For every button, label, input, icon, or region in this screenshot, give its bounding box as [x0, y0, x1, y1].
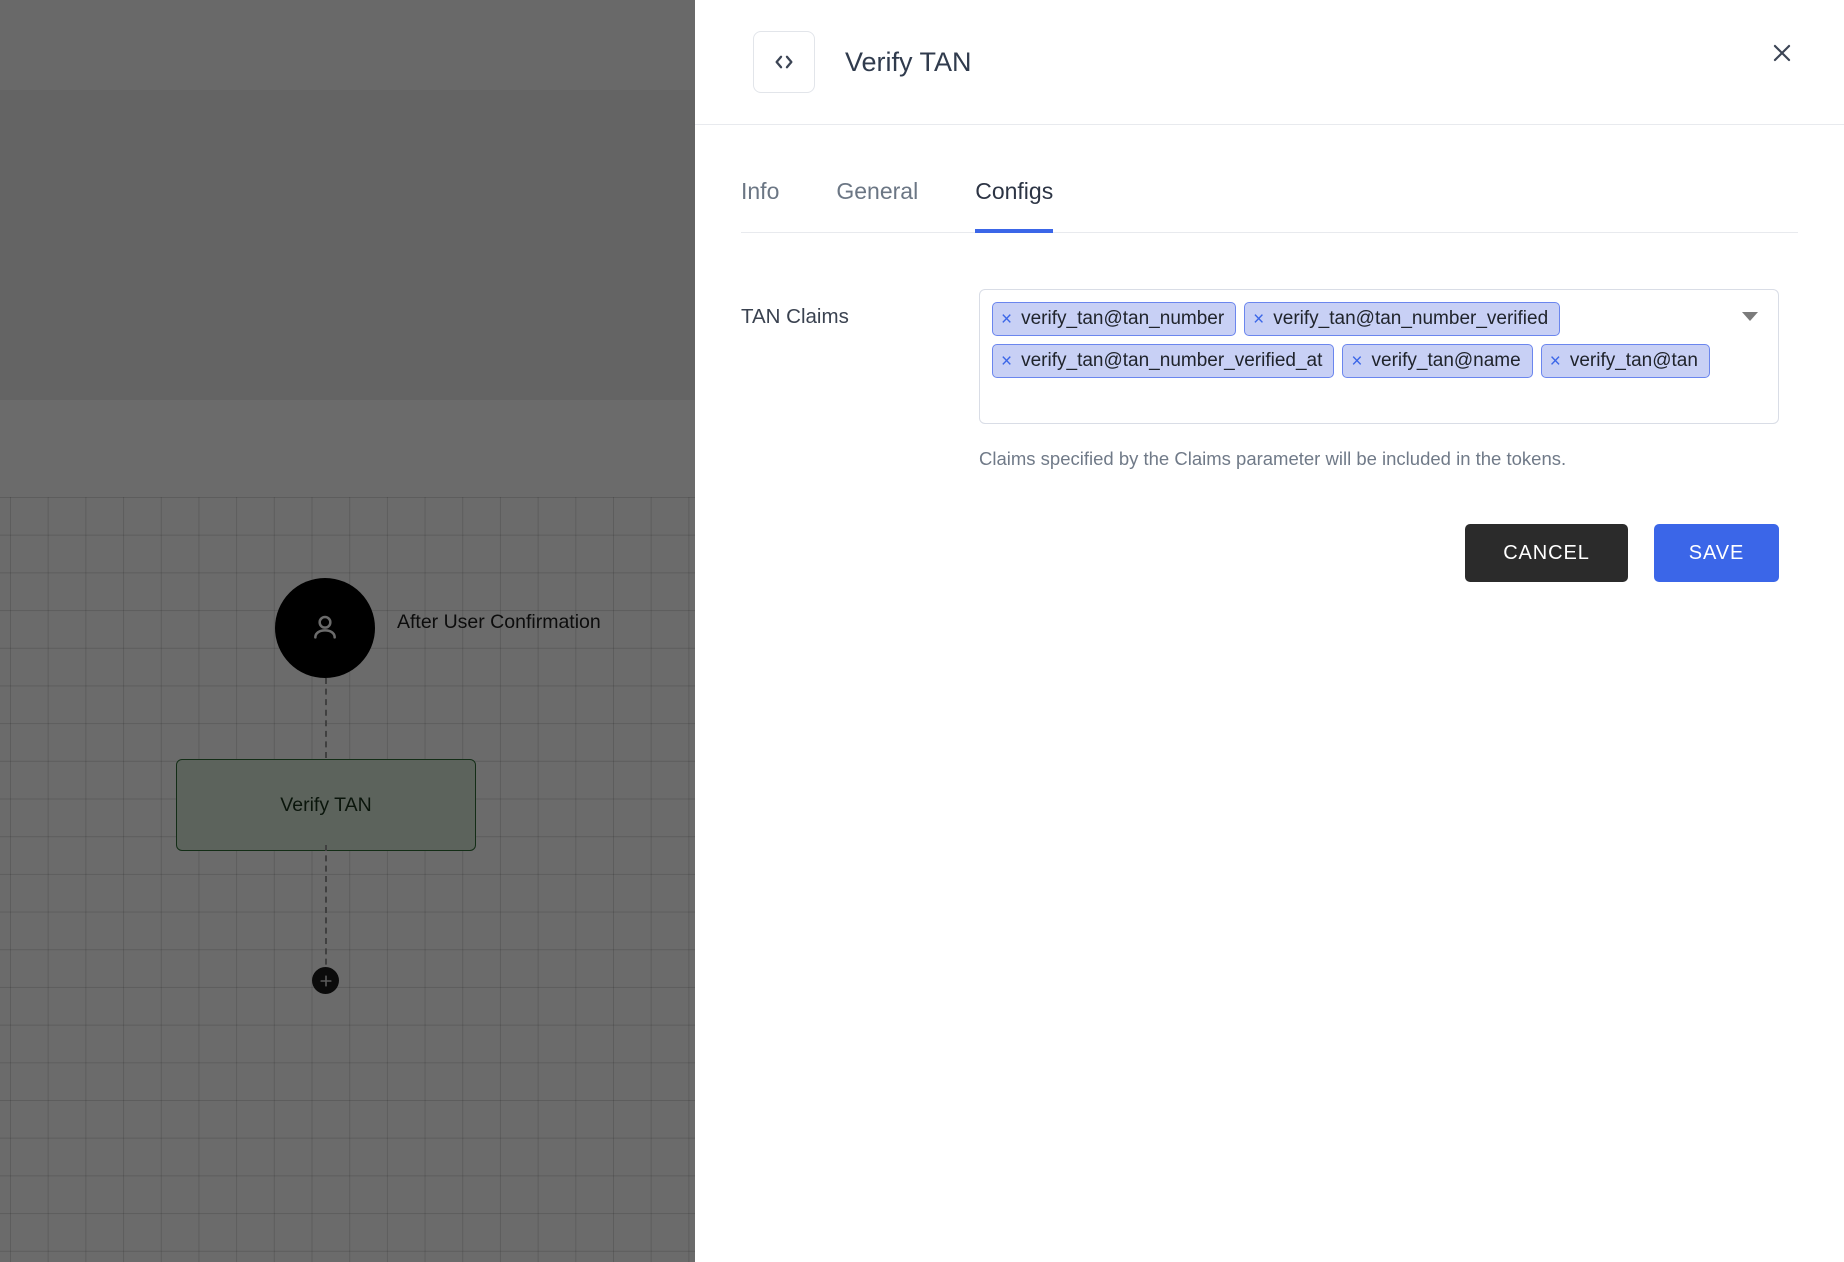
chip-label: verify_tan@name: [1371, 350, 1521, 371]
details-panel: Verify TAN Info General Configs TAN Clai…: [695, 0, 1844, 1262]
chip-remove-icon[interactable]: ×: [1253, 310, 1264, 329]
chip-label: verify_tan@tan_number: [1021, 308, 1225, 329]
chip-tan[interactable]: × verify_tan@tan: [1540, 344, 1710, 378]
chip-remove-icon[interactable]: ×: [1001, 352, 1012, 371]
chip-label: verify_tan@tan_number_verified: [1273, 308, 1549, 329]
flow-canvas[interactable]: After User Confirmation Verify TAN: [0, 0, 695, 1262]
edge-connector-bottom: [325, 845, 327, 975]
chip-tan-number-verified-at[interactable]: × verify_tan@tan_number_verified_at: [992, 344, 1335, 378]
canvas-subbar: [0, 90, 695, 400]
code-brackets-icon: [775, 55, 793, 69]
chip-tan-number[interactable]: × verify_tan@tan_number: [992, 302, 1237, 336]
panel-header: Verify TAN: [695, 0, 1844, 125]
trigger-label: After User Confirmation: [397, 611, 601, 633]
chip-label: verify_tan@tan_number_verified_at: [1021, 350, 1323, 371]
save-button[interactable]: SAVE: [1654, 524, 1779, 582]
close-panel-button[interactable]: [1760, 31, 1804, 75]
tan-claims-label: TAN Claims: [741, 305, 849, 328]
chip-tan-number-verified[interactable]: × verify_tan@tan_number_verified: [1244, 302, 1561, 336]
tan-claims-multiselect[interactable]: × verify_tan@tan_number × verify_tan@tan…: [979, 289, 1779, 424]
app-root: After User Confirmation Verify TAN Verif…: [0, 0, 1844, 1262]
add-step-button[interactable]: [312, 967, 339, 994]
chip-remove-icon[interactable]: ×: [1001, 310, 1012, 329]
panel-body: Info General Configs TAN Claims × verify…: [695, 125, 1844, 582]
plus-icon: [319, 974, 332, 987]
tab-bar: Info General Configs: [741, 165, 1798, 233]
tan-claims-field-row: TAN Claims × verify_tan@tan_number × ver…: [741, 289, 1798, 582]
trigger-node[interactable]: [275, 578, 375, 678]
tan-claims-helper-text: Claims specified by the Claims parameter…: [979, 448, 1567, 469]
flow-node-verify-tan[interactable]: Verify TAN: [176, 759, 476, 851]
tan-claims-control: × verify_tan@tan_number × verify_tan@tan…: [979, 289, 1779, 582]
chip-remove-icon[interactable]: ×: [1550, 352, 1561, 371]
tab-configs[interactable]: Configs: [975, 166, 1054, 233]
chip-remove-icon[interactable]: ×: [1351, 352, 1362, 371]
chip-name[interactable]: × verify_tan@name: [1342, 344, 1533, 378]
chevron-down-icon[interactable]: [1742, 312, 1758, 321]
tab-general[interactable]: General: [836, 166, 918, 233]
canvas-toolbar-strip: [0, 0, 695, 90]
page-title: Verify TAN: [845, 46, 972, 77]
close-icon: [1773, 44, 1791, 62]
node-type-icon-tile: [753, 31, 815, 93]
panel-actions: CANCEL SAVE: [979, 524, 1779, 582]
user-icon: [314, 615, 336, 639]
edge-connector-top: [325, 678, 327, 758]
tab-info[interactable]: Info: [741, 166, 779, 233]
chip-label: verify_tan@tan: [1569, 350, 1698, 371]
cancel-button[interactable]: CANCEL: [1465, 524, 1628, 582]
